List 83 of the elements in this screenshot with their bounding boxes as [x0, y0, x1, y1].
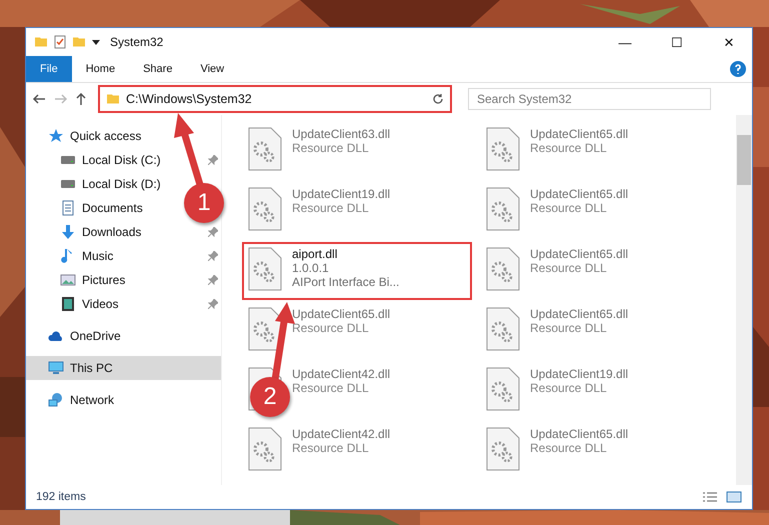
- file-name[interactable]: UpdateClient19.dll: [530, 367, 628, 381]
- new-folder-icon[interactable]: [72, 36, 86, 48]
- ribbon-tab[interactable]: File: [26, 56, 72, 82]
- sidebar-item[interactable]: Documents: [26, 196, 176, 220]
- file-detail: Resource DLL: [292, 441, 370, 455]
- refresh-icon[interactable]: [432, 93, 444, 105]
- file-detail: 1.0.0.1: [292, 261, 330, 275]
- sidebar-item[interactable]: Local Disk (D:): [26, 172, 176, 196]
- picture-icon: [60, 272, 76, 288]
- pin-icon[interactable]: [208, 227, 218, 237]
- dll-file-icon: [248, 247, 282, 291]
- file-detail: AIPort Interface Bi...: [292, 275, 400, 289]
- file-name[interactable]: UpdateClient19.dll: [292, 187, 390, 201]
- file-name[interactable]: UpdateClient65.dll: [530, 247, 628, 261]
- address-bar[interactable]: C:\Windows\System32: [98, 85, 452, 113]
- dll-file-icon: [486, 127, 520, 171]
- film-icon: [60, 296, 76, 312]
- sidebar-item[interactable]: Network: [26, 388, 176, 412]
- file-detail: Resource DLL: [292, 201, 370, 215]
- file-detail: Resource DLL: [530, 321, 608, 335]
- file-detail: Resource DLL: [292, 381, 370, 395]
- window-button[interactable]: ☐: [654, 28, 700, 56]
- sidebar-item[interactable]: OneDrive: [26, 324, 176, 348]
- file-name[interactable]: UpdateClient42.dll: [292, 367, 390, 381]
- dll-file-icon: [486, 427, 520, 471]
- pin-icon[interactable]: [208, 299, 218, 309]
- folder-icon[interactable]: [34, 36, 48, 48]
- sidebar-item[interactable]: Downloads: [26, 220, 176, 244]
- star-icon: [48, 128, 64, 144]
- folder-icon: [106, 93, 120, 105]
- dll-file-icon: [486, 367, 520, 411]
- file-name[interactable]: aiport.dll: [292, 247, 400, 261]
- document-icon: [60, 200, 76, 216]
- sidebar-item[interactable]: Videos: [26, 292, 176, 316]
- details-view-icon[interactable]: [702, 492, 718, 502]
- properties-icon[interactable]: [54, 35, 66, 49]
- ribbon-tab[interactable]: Home: [72, 56, 130, 82]
- network-icon: [48, 392, 64, 408]
- up-arrow-icon[interactable]: [76, 92, 86, 106]
- file-name[interactable]: UpdateClient65.dll: [530, 307, 628, 321]
- window-title: System32: [110, 35, 164, 49]
- monitor-icon: [48, 360, 64, 376]
- sidebar-item[interactable]: Quick access: [26, 124, 176, 148]
- file-detail: Resource DLL: [530, 261, 608, 275]
- dll-file-icon: [248, 307, 282, 351]
- ribbon-tab[interactable]: View: [186, 56, 238, 82]
- help-icon[interactable]: [730, 61, 746, 77]
- item-count: 192 items: [36, 491, 87, 503]
- pin-icon[interactable]: [208, 275, 218, 285]
- file-name[interactable]: UpdateClient63.dll: [292, 127, 390, 141]
- ribbon-tab[interactable]: Share: [129, 56, 186, 82]
- sidebar-item[interactable]: Pictures: [26, 268, 176, 292]
- dll-file-icon: [248, 127, 282, 171]
- window-button[interactable]: —: [602, 28, 648, 56]
- sidebar-item[interactable]: Music: [26, 244, 176, 268]
- pin-icon[interactable]: [208, 155, 218, 165]
- dll-file-icon: [486, 307, 520, 351]
- file-detail: Resource DLL: [530, 141, 608, 155]
- dll-file-icon: [248, 187, 282, 231]
- dll-file-icon: [486, 247, 520, 291]
- file-name[interactable]: UpdateClient65.dll: [530, 187, 628, 201]
- file-detail: Resource DLL: [292, 141, 370, 155]
- sidebar-item[interactable]: This PC: [26, 356, 221, 380]
- file-detail: Resource DLL: [530, 201, 608, 215]
- file-name[interactable]: UpdateClient65.dll: [530, 127, 628, 141]
- dropdown-caret-icon[interactable]: [92, 40, 100, 44]
- forward-arrow-icon[interactable]: [54, 94, 68, 104]
- search-field[interactable]: Search System32: [468, 88, 711, 110]
- pin-icon[interactable]: [208, 251, 218, 261]
- dll-file-icon: [486, 187, 520, 231]
- file-name[interactable]: UpdateClient65.dll: [530, 427, 628, 441]
- file-name[interactable]: UpdateClient65.dll: [292, 307, 390, 321]
- file-detail: Resource DLL: [530, 441, 608, 455]
- scrollbar[interactable]: [736, 115, 752, 485]
- dll-file-icon: [248, 427, 282, 471]
- file-detail: Resource DLL: [292, 321, 370, 335]
- tiles-view-icon[interactable]: [726, 491, 742, 503]
- sidebar-item[interactable]: Local Disk (C:): [26, 148, 176, 172]
- window-button[interactable]: ✕: [706, 28, 752, 56]
- file-name[interactable]: UpdateClient42.dll: [292, 427, 390, 441]
- back-arrow-icon[interactable]: [32, 94, 46, 104]
- file-detail: Resource DLL: [530, 381, 608, 395]
- download-arrow-icon: [60, 224, 76, 240]
